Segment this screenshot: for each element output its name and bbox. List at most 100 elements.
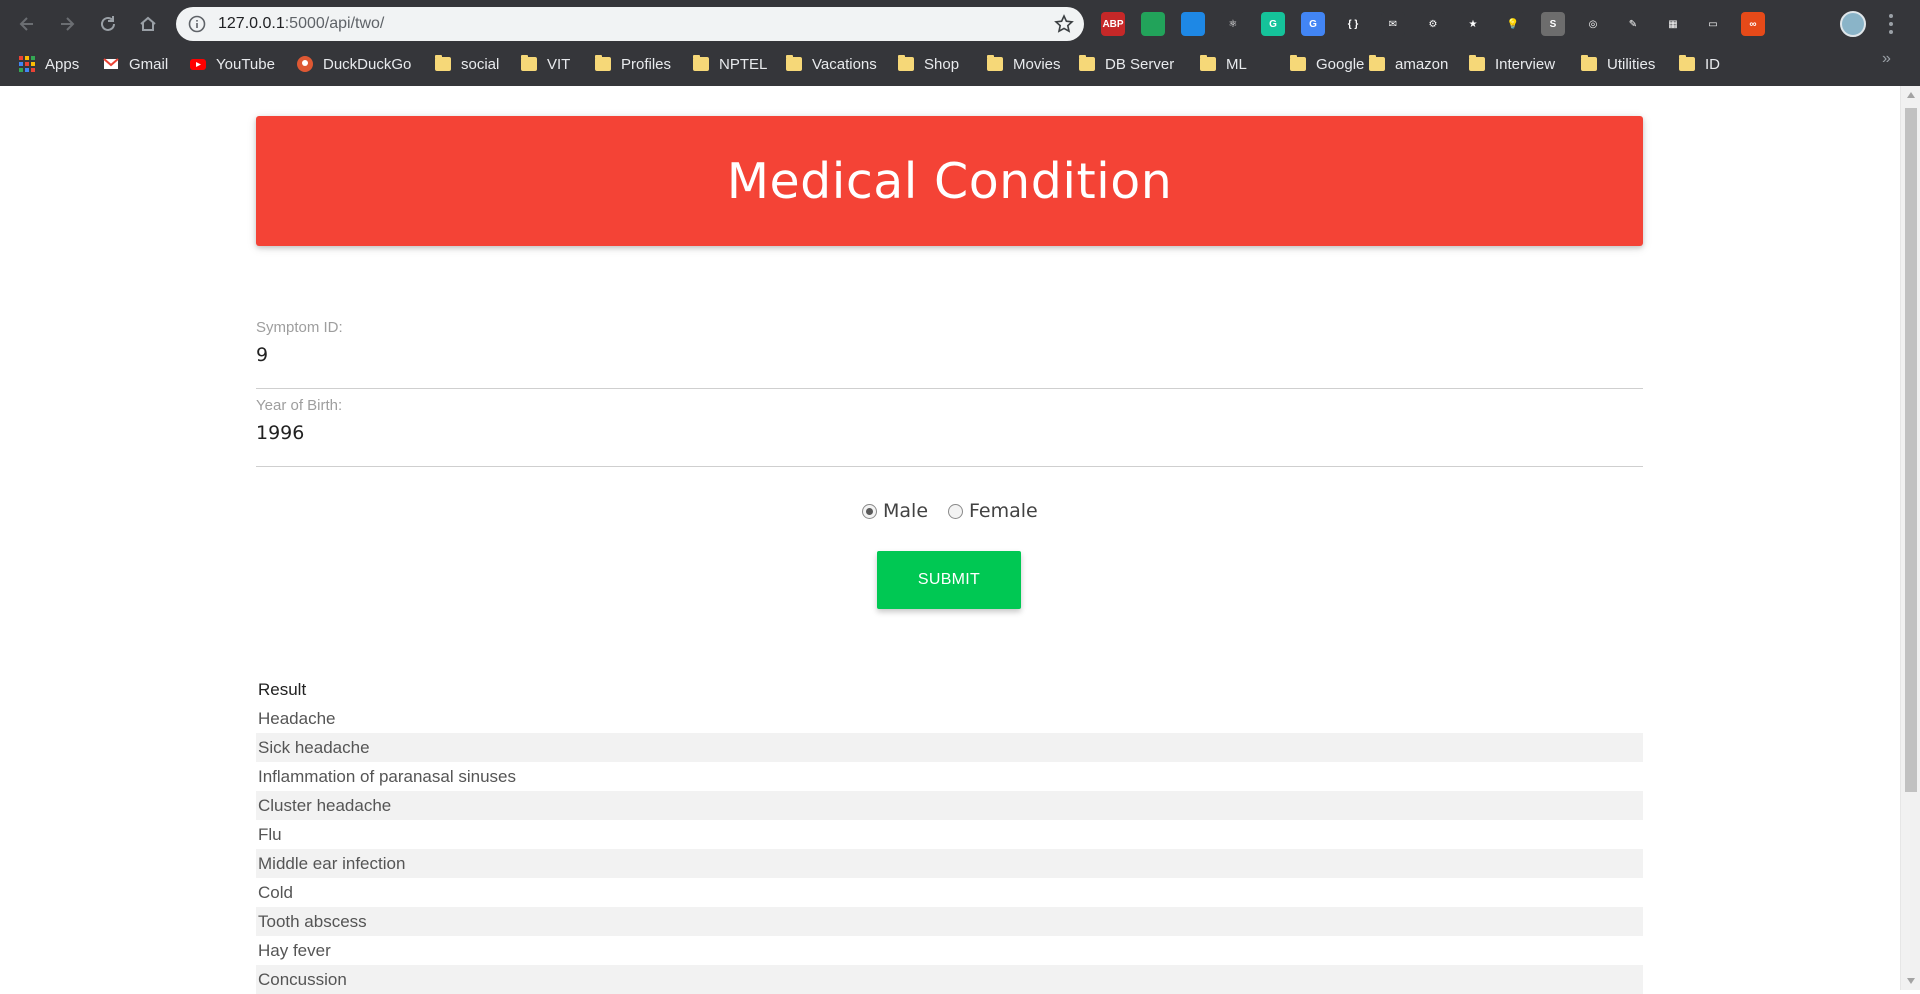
bookmark-utilities[interactable]: Utilities	[1581, 54, 1655, 74]
result-row: Hay fever	[258, 941, 331, 960]
scroll-down-arrow-icon[interactable]	[1907, 978, 1915, 984]
folder-icon	[898, 55, 914, 71]
bookmark-interview[interactable]: Interview	[1469, 54, 1555, 74]
bookmark-label: Vacations	[812, 55, 877, 73]
bookmark-vit[interactable]: VIT	[521, 54, 570, 74]
site-info-icon[interactable]	[188, 15, 206, 33]
bookmark-label: Profiles	[621, 55, 672, 73]
youtube-icon	[190, 56, 206, 72]
submit-button[interactable]: SUBMIT	[877, 551, 1021, 609]
bookmark-db-server[interactable]: DB Server	[1079, 54, 1174, 74]
result-row: Headache	[258, 709, 336, 728]
chrome-menu-icon[interactable]	[1888, 14, 1894, 34]
bookmark-social[interactable]: social	[435, 54, 499, 74]
year-of-birth-field: Year of Birth:	[256, 397, 1643, 467]
radio-unchecked-icon	[948, 503, 964, 519]
folder-icon	[435, 55, 451, 71]
octocat-extension-icon[interactable]	[1781, 12, 1805, 36]
bookmark-star-icon[interactable]	[1054, 14, 1074, 34]
folder-icon	[1079, 55, 1095, 71]
bookmark-nptel[interactable]: NPTEL	[693, 54, 767, 74]
results-header: Result	[258, 680, 307, 699]
folder-icon	[1369, 55, 1385, 71]
symptom-id-field: Symptom ID:	[256, 319, 1643, 389]
bookmark-shop[interactable]: Shop	[898, 54, 959, 74]
page-scrollbar[interactable]	[1900, 86, 1920, 990]
bookmark-label: ML	[1226, 55, 1247, 73]
folder-icon	[1290, 55, 1306, 71]
bookmark-youtube[interactable]: YouTube	[190, 54, 275, 74]
home-button[interactable]	[134, 10, 162, 38]
bookmark-apps[interactable]: Apps	[19, 54, 79, 74]
result-row: Flu	[258, 825, 282, 844]
adblock-plus-icon[interactable]: ABP	[1101, 12, 1125, 36]
bookmark-gmail[interactable]: Gmail	[103, 54, 168, 74]
gender-male-radio[interactable]: Male	[862, 500, 928, 522]
profile-avatar[interactable]	[1840, 11, 1866, 37]
folder-icon	[1200, 55, 1216, 71]
bookmark-label: Google	[1316, 55, 1365, 73]
google-translate-icon[interactable]: G	[1301, 12, 1325, 36]
page-header: Medical Condition	[256, 116, 1643, 246]
bookmark-label: Apps	[45, 55, 80, 73]
mail-extension-icon[interactable]: ✉	[1381, 12, 1405, 36]
duckduckgo-icon	[297, 56, 313, 72]
folder-icon	[1581, 55, 1597, 71]
grammarly-icon[interactable]: G	[1261, 12, 1285, 36]
symptom-id-input[interactable]	[256, 336, 1643, 378]
window-extension-icon[interactable]: ▭	[1701, 12, 1725, 36]
result-row: Cluster headache	[256, 791, 1643, 820]
swirl-extension-icon[interactable]: ◎	[1581, 12, 1605, 36]
bookmark-duckduckgo[interactable]: DuckDuckGo	[297, 54, 411, 74]
year-of-birth-input[interactable]	[256, 414, 1643, 456]
forward-button[interactable]	[53, 10, 81, 38]
pen-extension-icon[interactable]: ✎	[1621, 12, 1645, 36]
bookmark-id[interactable]: ID	[1679, 54, 1720, 74]
result-row: Cold	[258, 883, 293, 902]
symptom-id-label: Symptom ID:	[256, 319, 343, 336]
gmail-icon	[103, 56, 119, 72]
bookmark-amazon[interactable]: amazon	[1369, 54, 1448, 74]
result-row: Sick headache	[256, 733, 1643, 762]
folder-icon	[693, 55, 709, 71]
url-path: :5000/api/two/	[284, 15, 385, 32]
scroll-up-arrow-icon[interactable]	[1907, 92, 1915, 98]
bookmark-label: Utilities	[1607, 55, 1656, 73]
scrollbar-thumb[interactable]	[1905, 108, 1917, 792]
bookmark-label: NPTEL	[719, 55, 768, 73]
gender-female-label: Female	[969, 500, 1038, 522]
folder-icon	[595, 55, 611, 71]
browser-chrome: 127.0.0.1:5000/api/two/ ABP ⚛ G G { } ✉ ⚙ ★ 💡 S ◎ ✎…	[0, 0, 1920, 86]
browser-toolbar: 127.0.0.1:5000/api/two/ ABP ⚛ G G { } ✉ ⚙ ★ 💡 S ◎ ✎…	[0, 0, 1920, 48]
bookmarks-overflow-icon[interactable]: »	[1882, 50, 1891, 68]
green-extension-icon[interactable]	[1141, 12, 1165, 36]
chart-extension-icon[interactable]: ▦	[1661, 12, 1685, 36]
bookmark-ml[interactable]: ML	[1200, 54, 1247, 74]
home-icon	[140, 16, 156, 31]
bookmark-movies[interactable]: Movies	[987, 54, 1061, 74]
reload-icon	[101, 16, 115, 31]
json-formatter-icon[interactable]: { }	[1341, 12, 1365, 36]
settings-extension-icon[interactable]: ⚙	[1421, 12, 1445, 36]
bookmark-label: Shop	[924, 55, 960, 73]
bookmark-label: Gmail	[129, 55, 169, 73]
lightbulb-extension-icon[interactable]: 💡	[1501, 12, 1525, 36]
reload-button[interactable]	[94, 10, 122, 38]
s-extension-icon[interactable]: S	[1541, 12, 1565, 36]
address-bar[interactable]: 127.0.0.1:5000/api/two/	[176, 7, 1084, 41]
results-table: Result Headache Sick headache Inflammation…	[256, 675, 1643, 994]
infinity-extension-icon[interactable]: ∞	[1741, 12, 1765, 36]
year-of-birth-label: Year of Birth:	[256, 397, 343, 414]
bookmark-vacations[interactable]: Vacations	[786, 54, 877, 74]
back-button[interactable]	[13, 10, 41, 38]
blue-extension-icon[interactable]	[1181, 12, 1205, 36]
url-text[interactable]: 127.0.0.1:5000/api/two/	[218, 15, 384, 33]
react-devtools-icon[interactable]: ⚛	[1221, 12, 1245, 36]
bookmark-google[interactable]: Google	[1290, 54, 1364, 74]
bookmark-profiles[interactable]: Profiles	[595, 54, 671, 74]
result-row: Inflammation of paranasal sinuses	[258, 767, 516, 786]
folder-icon	[1469, 55, 1485, 71]
folder-icon	[1679, 55, 1695, 71]
gender-female-radio[interactable]: Female	[948, 500, 1038, 522]
star-extension-icon[interactable]: ★	[1461, 12, 1485, 36]
